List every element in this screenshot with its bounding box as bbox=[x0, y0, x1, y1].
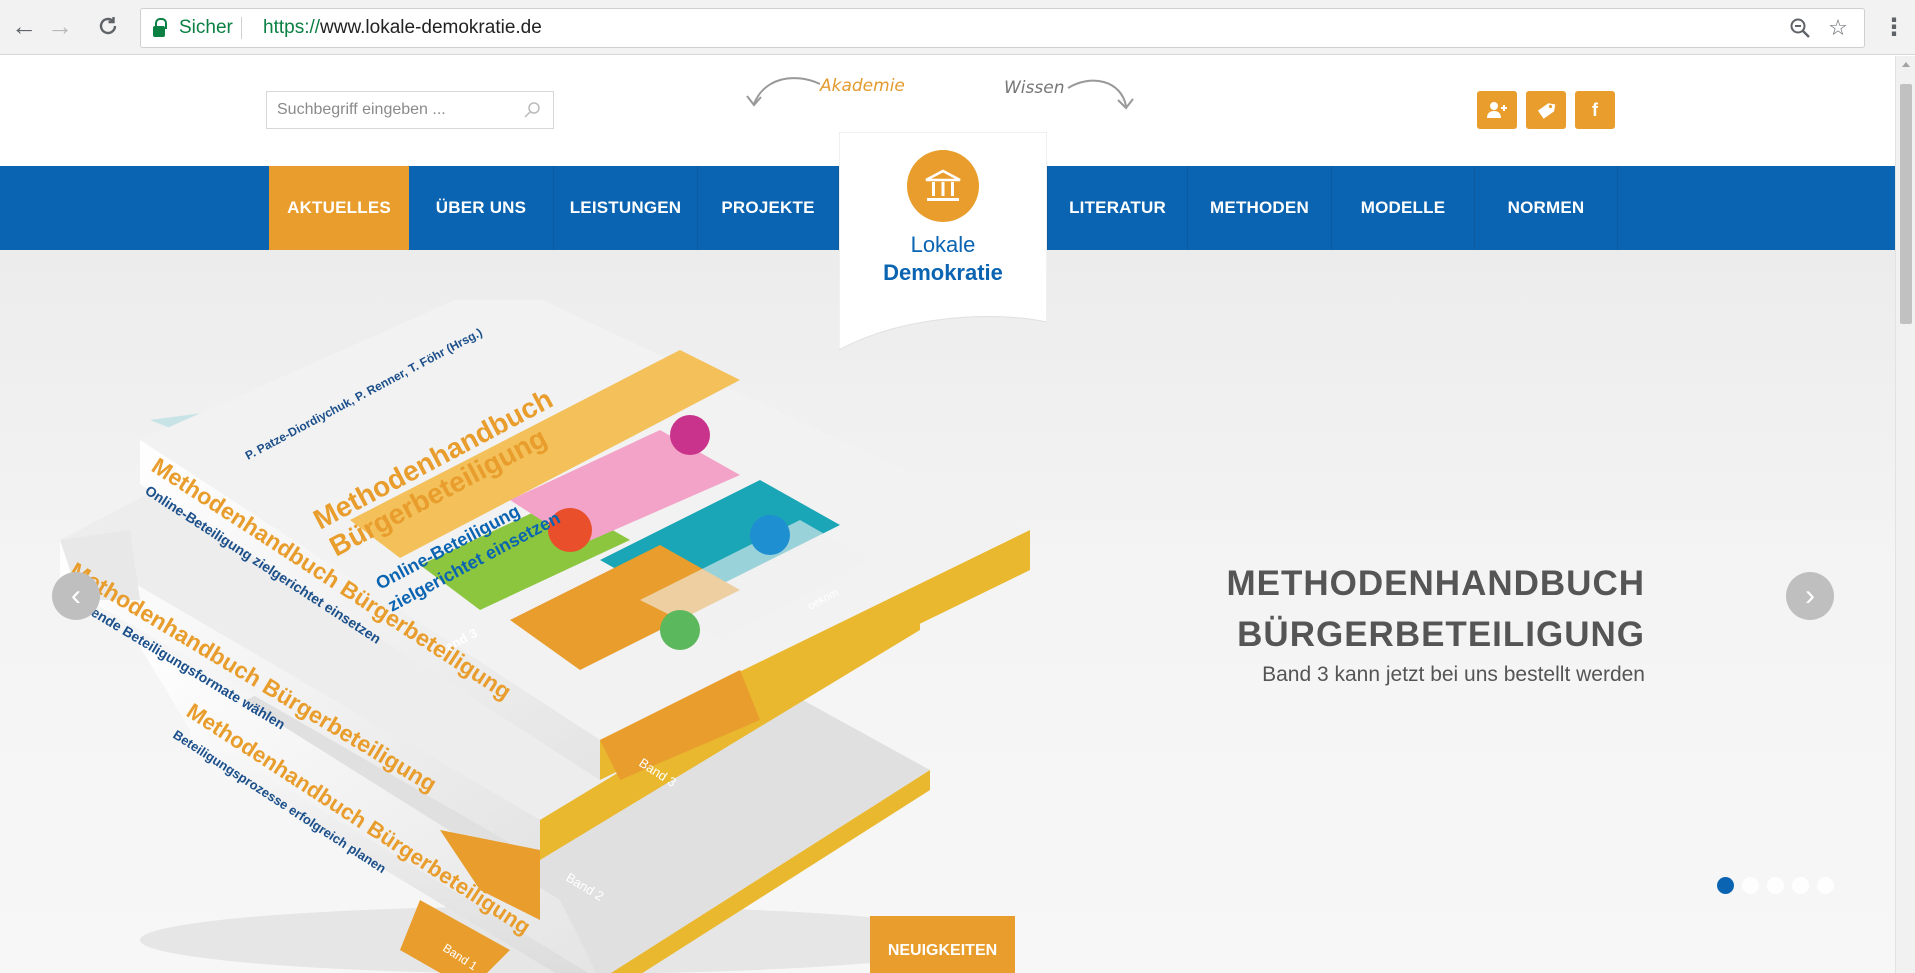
curved-arrow-left-icon bbox=[746, 77, 821, 107]
address-bar[interactable]: Sicher https://www.lokale-demokratie.de … bbox=[140, 8, 1865, 48]
url-domain: www.lokale-demokratie.de bbox=[320, 17, 542, 38]
akademie-link[interactable]: Akademie bbox=[820, 76, 905, 96]
slide-subtitle: Band 3 kann jetzt bei uns bestellt werde… bbox=[1262, 663, 1645, 686]
nav-aktuelles[interactable]: AKTUELLES bbox=[269, 166, 409, 250]
scroll-up-icon[interactable] bbox=[1902, 62, 1910, 67]
slider-dot-2[interactable] bbox=[1742, 877, 1759, 894]
news-tab-button[interactable]: NEUIGKEITEN bbox=[870, 916, 1015, 973]
site-logo[interactable]: Lokale Demokratie bbox=[839, 132, 1047, 352]
kebab-menu-icon[interactable]: ⋮ bbox=[1880, 10, 1908, 44]
nav-modelle[interactable]: MODELLE bbox=[1332, 166, 1475, 250]
institution-icon bbox=[907, 150, 979, 222]
search-input[interactable] bbox=[277, 92, 507, 128]
facebook-icon: f bbox=[1592, 99, 1598, 120]
nav-methoden[interactable]: METHODEN bbox=[1188, 166, 1332, 250]
slider-prev-button[interactable]: ‹ bbox=[52, 572, 100, 620]
slider-dot-1[interactable] bbox=[1717, 877, 1734, 894]
browser-toolbar: ← → Sicher https://www.lokale-demokratie… bbox=[0, 0, 1915, 55]
add-user-icon bbox=[1487, 102, 1507, 118]
curved-arrow-right-icon bbox=[1067, 79, 1134, 110]
wissen-link[interactable]: Wissen bbox=[1004, 78, 1064, 98]
nav-normen[interactable]: NORMEN bbox=[1475, 166, 1618, 250]
slide-title-line-1: METHODENHANDBUCH bbox=[1226, 564, 1645, 603]
facebook-button[interactable]: f bbox=[1575, 91, 1615, 129]
web-page: Akademie Wissen f AKTUELLES ÜBER UNS LEI… bbox=[0, 56, 1895, 973]
slider-dot-3[interactable] bbox=[1767, 877, 1784, 894]
chevron-left-icon: ‹ bbox=[71, 579, 81, 612]
slide-title-line-2: BÜRGERBETEILIGUNG bbox=[1237, 615, 1645, 654]
nav-ueber-uns[interactable]: ÜBER UNS bbox=[409, 166, 554, 250]
reload-icon[interactable] bbox=[92, 10, 124, 42]
zoom-icon[interactable] bbox=[1783, 12, 1817, 44]
search-icon[interactable] bbox=[523, 101, 541, 119]
secure-indicator[interactable]: Sicher bbox=[153, 9, 233, 47]
slider-dots bbox=[1717, 877, 1834, 894]
back-arrow-icon[interactable]: ← bbox=[8, 10, 40, 42]
url-divider bbox=[241, 17, 242, 39]
slide-title: METHODENHANDBUCH BÜRGERBETEILIGUNG bbox=[1227, 558, 1645, 660]
chevron-right-icon: › bbox=[1805, 579, 1815, 612]
scroll-thumb[interactable] bbox=[1900, 84, 1912, 324]
page-scrollbar[interactable] bbox=[1895, 56, 1915, 973]
forward-arrow-icon[interactable]: → bbox=[44, 10, 76, 42]
tag-icon bbox=[1537, 103, 1556, 119]
nav-literatur[interactable]: LITERATUR bbox=[1047, 166, 1188, 250]
hero-slider: Methodenhandbuch Bürgerbeteiligung Betei… bbox=[0, 250, 1895, 973]
url-text[interactable]: https://www.lokale-demokratie.de bbox=[263, 9, 542, 47]
slider-dot-4[interactable] bbox=[1792, 877, 1809, 894]
slider-dot-5[interactable] bbox=[1817, 877, 1834, 894]
slider-next-button[interactable]: › bbox=[1786, 572, 1834, 620]
logo-text-lokale: Lokale bbox=[910, 232, 976, 257]
search-field[interactable] bbox=[266, 91, 554, 129]
nav-leistungen[interactable]: LEISTUNGEN bbox=[554, 166, 698, 250]
secure-label: Sicher bbox=[179, 17, 233, 38]
lock-icon bbox=[153, 17, 167, 37]
url-scheme: https:// bbox=[263, 17, 321, 38]
tag-button[interactable] bbox=[1526, 91, 1566, 129]
star-icon[interactable]: ☆ bbox=[1821, 12, 1855, 44]
nav-projekte[interactable]: PROJEKTE bbox=[698, 166, 839, 250]
add-user-button[interactable] bbox=[1477, 91, 1517, 129]
logo-text-demokratie: Demokratie bbox=[883, 260, 1003, 285]
book-stack-image: Methodenhandbuch Bürgerbeteiligung Betei… bbox=[60, 300, 1030, 973]
